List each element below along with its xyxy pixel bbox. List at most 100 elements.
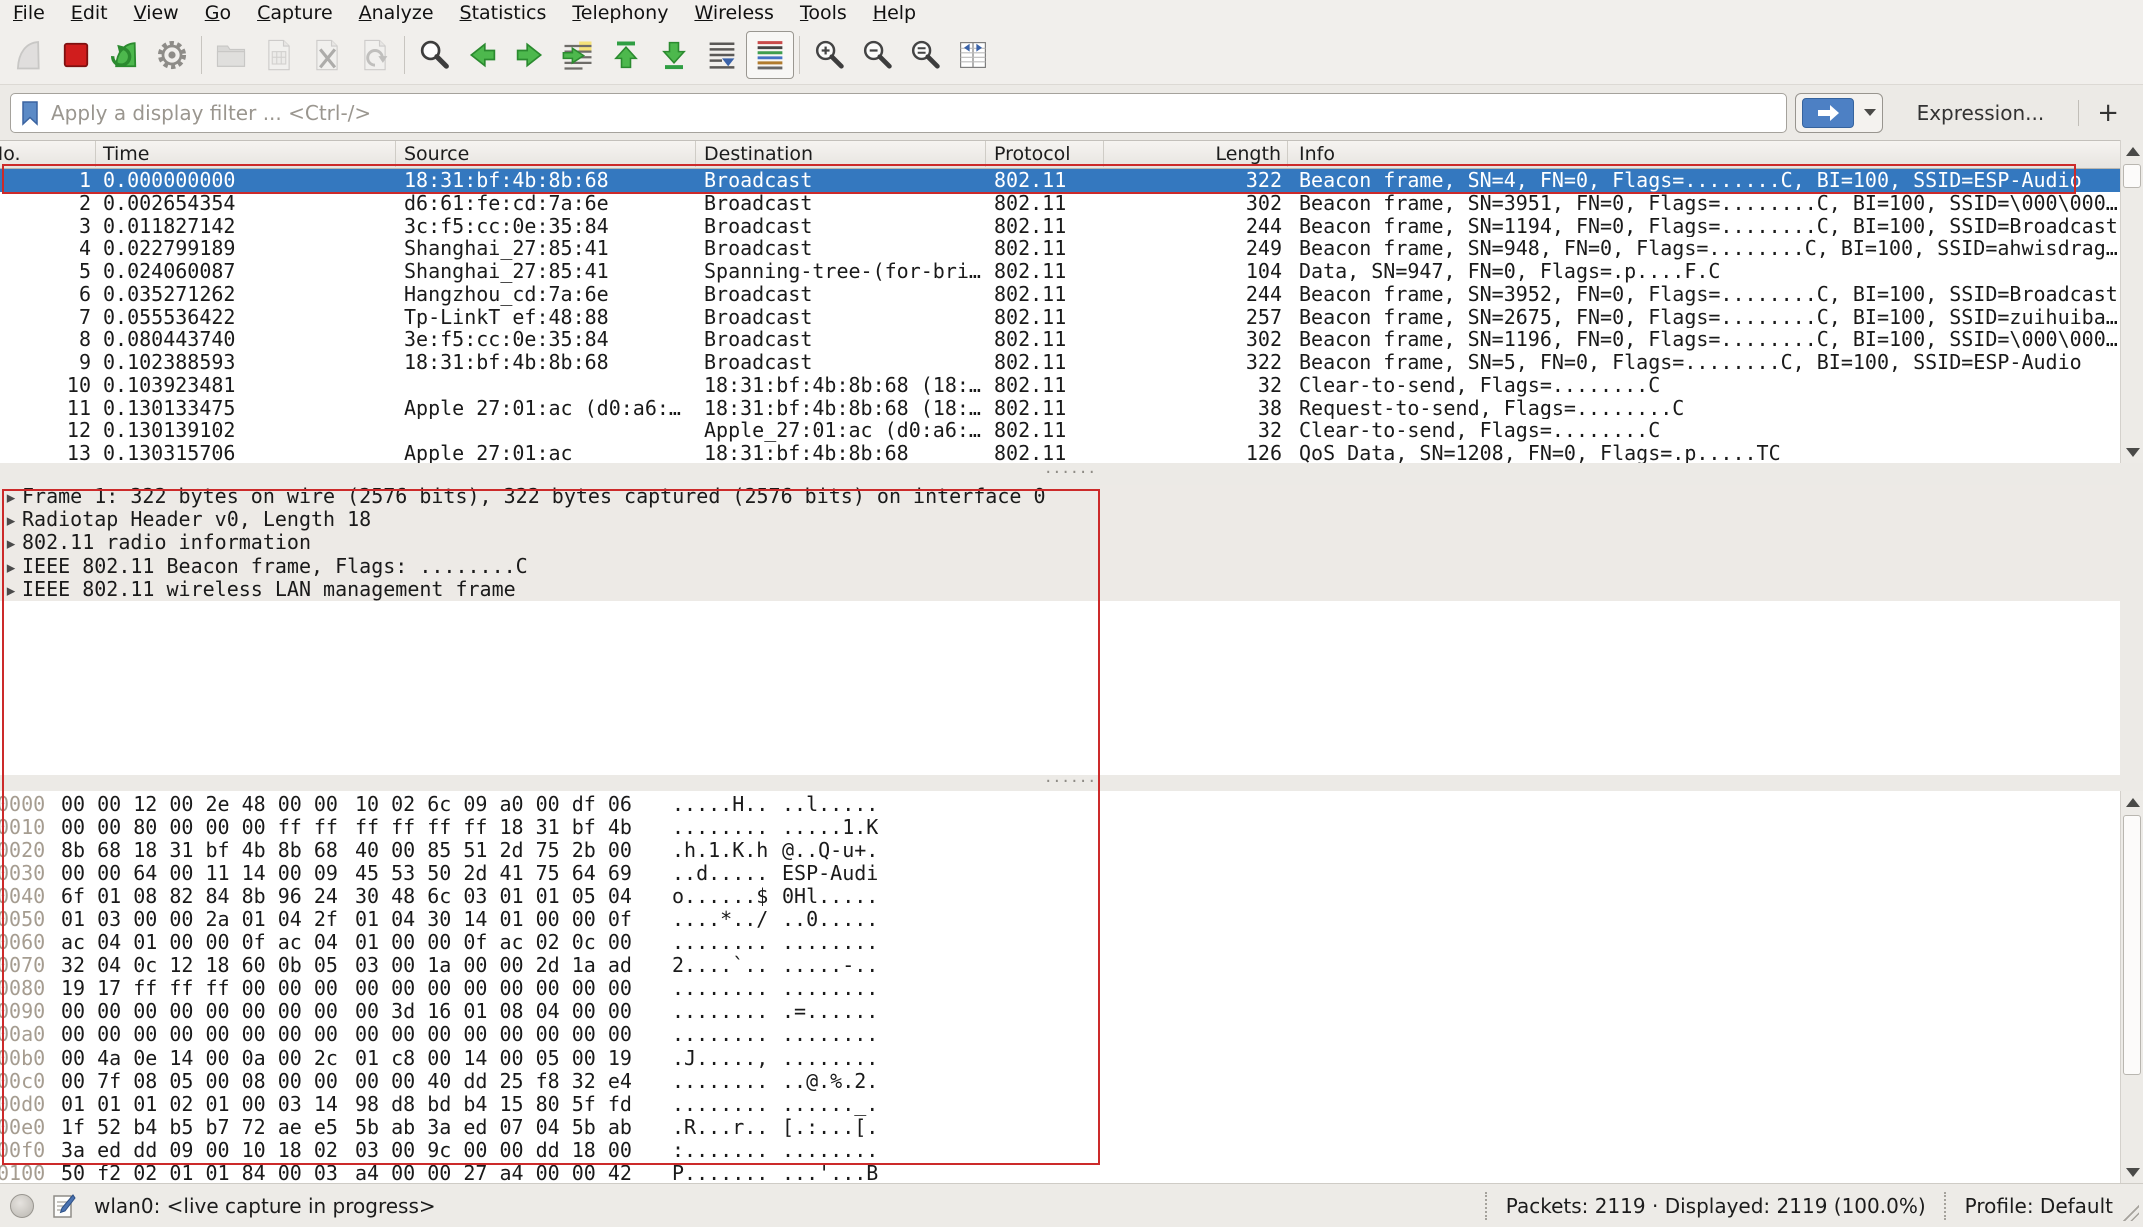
apply-filter-button[interactable] [1802, 98, 1854, 128]
expander-icon[interactable]: ▸ [0, 557, 22, 578]
add-filter-button[interactable]: + [2087, 98, 2133, 128]
expander-icon[interactable]: ▸ [0, 487, 22, 508]
display-filter-input[interactable] [49, 100, 1778, 126]
find-packet-button[interactable] [410, 31, 458, 79]
menu-wireless[interactable]: Wireless [681, 0, 787, 26]
packet-row-9[interactable]: 90.10238859318:31:bf:4b:8b:68Broadcast80… [0, 351, 2120, 374]
menu-file[interactable]: File [0, 0, 58, 26]
packet-row-8[interactable]: 80.0804437403e:f5:cc:0e:35:84Broadcast80… [0, 328, 2120, 351]
menu-bar: FileEditViewGoCaptureAnalyzeStatisticsTe… [0, 0, 2143, 26]
menu-capture[interactable]: Capture [244, 0, 346, 26]
splitter-details-bytes[interactable]: ······ [0, 775, 2143, 791]
packet-row-6[interactable]: 60.035271262Hangzhou_cd:7a:6eBroadcast80… [0, 283, 2120, 306]
packet-row-4[interactable]: 40.022799189Shanghai_27:85:41Broadcast80… [0, 237, 2120, 260]
column-header-info[interactable]: Info [1288, 141, 2120, 167]
column-header-no[interactable]: No. [0, 141, 96, 167]
hex-offset: 00b0 [0, 1047, 61, 1070]
scroll-up-button[interactable] [2121, 140, 2143, 162]
packet-row-13[interactable]: 130.130315706Apple_27:01:ac18:31:bf:4b:8… [0, 442, 2120, 463]
detail-row-2[interactable]: ▸Radiotap Header v0, Length 18 [0, 508, 2120, 531]
go-first-packet-button[interactable] [602, 31, 650, 79]
detail-row-5[interactable]: ▸IEEE 802.11 wireless LAN management fra… [0, 578, 2120, 601]
hex-row-0080[interactable]: 008019 17 ff ff ff 00 00 0000 00 00 00 0… [0, 977, 2120, 1000]
packet-row-1[interactable]: 10.00000000018:31:bf:4b:8b:68Broadcast80… [0, 169, 2120, 192]
packet-row-12[interactable]: 120.130139102Apple_27:01:ac (d0:a6:…802.… [0, 419, 2120, 442]
packet-bytes-scrollbar[interactable] [2120, 791, 2143, 1183]
detail-row-1[interactable]: ▸Frame 1: 322 bytes on wire (2576 bits),… [0, 485, 2120, 508]
hex-row-0000[interactable]: 000000 00 12 00 2e 48 00 0010 02 6c 09 a… [0, 793, 2120, 816]
menu-go[interactable]: Go [192, 0, 244, 26]
go-last-packet-button[interactable] [650, 31, 698, 79]
arrow-right-icon [512, 37, 548, 73]
scrollbar-thumb[interactable] [2123, 164, 2141, 188]
packet-row-2[interactable]: 20.002654354d6:61:fe:cd:7a:6eBroadcast80… [0, 192, 2120, 215]
hex-row-0030[interactable]: 003000 00 64 00 11 14 00 0945 53 50 2d 4… [0, 862, 2120, 885]
go-back-button[interactable] [458, 31, 506, 79]
menu-help[interactable]: Help [860, 0, 929, 26]
hex-row-0090[interactable]: 009000 00 00 00 00 00 00 0000 3d 16 01 0… [0, 1000, 2120, 1023]
hex-bytes-2: 00 00 40 dd 25 f8 32 e4 [355, 1070, 636, 1093]
column-header-source[interactable]: Source [396, 141, 696, 167]
detail-row-4[interactable]: ▸IEEE 802.11 Beacon frame, Flags: ......… [0, 555, 2120, 578]
hex-row-00e0[interactable]: 00e01f 52 b4 b5 b7 72 ae e55b ab 3a ed 0… [0, 1116, 2120, 1139]
hex-row-0060[interactable]: 0060ac 04 01 00 00 0f ac 0401 00 00 0f a… [0, 931, 2120, 954]
scrollbar-thumb[interactable] [2123, 815, 2141, 1075]
splitter-list-details[interactable]: ······ [0, 463, 2143, 485]
hex-row-00a0[interactable]: 00a000 00 00 00 00 00 00 0000 00 00 00 0… [0, 1023, 2120, 1046]
expression-button[interactable]: Expression... [1891, 101, 2071, 125]
packet-row-5[interactable]: 50.024060087Shanghai_27:85:41Spanning-tr… [0, 260, 2120, 283]
profile-selector[interactable]: Profile: Default [1965, 1194, 2113, 1218]
column-header-len[interactable]: Length [1104, 141, 1288, 167]
hex-row-00d0[interactable]: 00d001 01 01 02 01 00 03 1498 d8 bd b4 1… [0, 1093, 2120, 1116]
hex-row-00c0[interactable]: 00c000 7f 08 05 00 08 00 0000 00 40 dd 2… [0, 1070, 2120, 1093]
go-to-packet-button[interactable] [554, 31, 602, 79]
packet-list-scrollbar[interactable] [2120, 140, 2143, 463]
hex-row-0100[interactable]: 010050 f2 02 01 01 84 00 03a4 00 00 27 a… [0, 1162, 2120, 1183]
column-header-time[interactable]: Time [96, 141, 396, 167]
detail-row-3[interactable]: ▸802.11 radio information [0, 531, 2120, 554]
menu-view[interactable]: View [121, 0, 192, 26]
hex-row-0050[interactable]: 005001 03 00 00 2a 01 04 2f01 04 30 14 0… [0, 908, 2120, 931]
packet-row-7[interactable]: 70.055536422Tp-LinkT_ef:48:88Broadcast80… [0, 306, 2120, 329]
menu-statistics[interactable]: Statistics [447, 0, 560, 26]
menu-edit[interactable]: Edit [58, 0, 121, 26]
cell-time: 0.080443740 [96, 328, 396, 351]
capture-comment-icon[interactable] [52, 1193, 76, 1219]
hex-row-0070[interactable]: 007032 04 0c 12 18 60 0b 0503 00 1a 00 0… [0, 954, 2120, 977]
hex-row-0040[interactable]: 00406f 01 08 82 84 8b 96 2430 48 6c 03 0… [0, 885, 2120, 908]
menu-tools[interactable]: Tools [787, 0, 860, 26]
menu-telephony[interactable]: Telephony [559, 0, 681, 26]
expert-info-indicator[interactable] [10, 1194, 34, 1218]
zoom-out-button[interactable] [853, 31, 901, 79]
apply-filter-combo[interactable] [1795, 93, 1883, 133]
zoom-reset-button[interactable] [901, 31, 949, 79]
zoom-in-button[interactable] [805, 31, 853, 79]
hex-row-00b0[interactable]: 00b000 4a 0e 14 00 0a 00 2c01 c8 00 14 0… [0, 1047, 2120, 1070]
filter-history-caret[interactable] [1864, 109, 1876, 116]
scroll-up-button[interactable] [2121, 791, 2143, 813]
restart-capture-button[interactable] [100, 31, 148, 79]
stop-capture-button[interactable] [52, 31, 100, 79]
resize-grip[interactable] [2123, 1205, 2139, 1221]
scroll-down-button[interactable] [2121, 1161, 2143, 1183]
expander-icon[interactable]: ▸ [0, 510, 22, 531]
expander-icon[interactable]: ▸ [0, 533, 22, 554]
hex-row-0010[interactable]: 001000 00 80 00 00 00 ff ffff ff ff ff 1… [0, 816, 2120, 839]
packet-row-3[interactable]: 30.0118271423c:f5:cc:0e:35:84Broadcast80… [0, 215, 2120, 238]
go-forward-button[interactable] [506, 31, 554, 79]
capture-options-button[interactable] [148, 31, 196, 79]
column-header-proto[interactable]: Protocol [986, 141, 1104, 167]
packet-row-11[interactable]: 110.130133475Apple_27:01:ac (d0:a6:…18:3… [0, 397, 2120, 420]
bookmark-icon[interactable] [19, 100, 41, 126]
scroll-down-button[interactable] [2121, 441, 2143, 463]
display-filter-field[interactable] [10, 93, 1787, 133]
column-header-dest[interactable]: Destination [696, 141, 986, 167]
menu-analyze[interactable]: Analyze [346, 0, 447, 26]
resize-columns-button[interactable] [949, 31, 997, 79]
packet-row-10[interactable]: 100.10392348118:31:bf:4b:8b:68 (18:…802.… [0, 374, 2120, 397]
hex-row-00f0[interactable]: 00f03a ed dd 09 00 10 18 0203 00 9c 00 0… [0, 1139, 2120, 1162]
colorize-toggle-button[interactable] [746, 31, 794, 79]
expander-icon[interactable]: ▸ [0, 580, 22, 601]
auto-scroll-toggle-button[interactable] [698, 31, 746, 79]
hex-row-0020[interactable]: 00208b 68 18 31 bf 4b 8b 6840 00 85 51 2… [0, 839, 2120, 862]
